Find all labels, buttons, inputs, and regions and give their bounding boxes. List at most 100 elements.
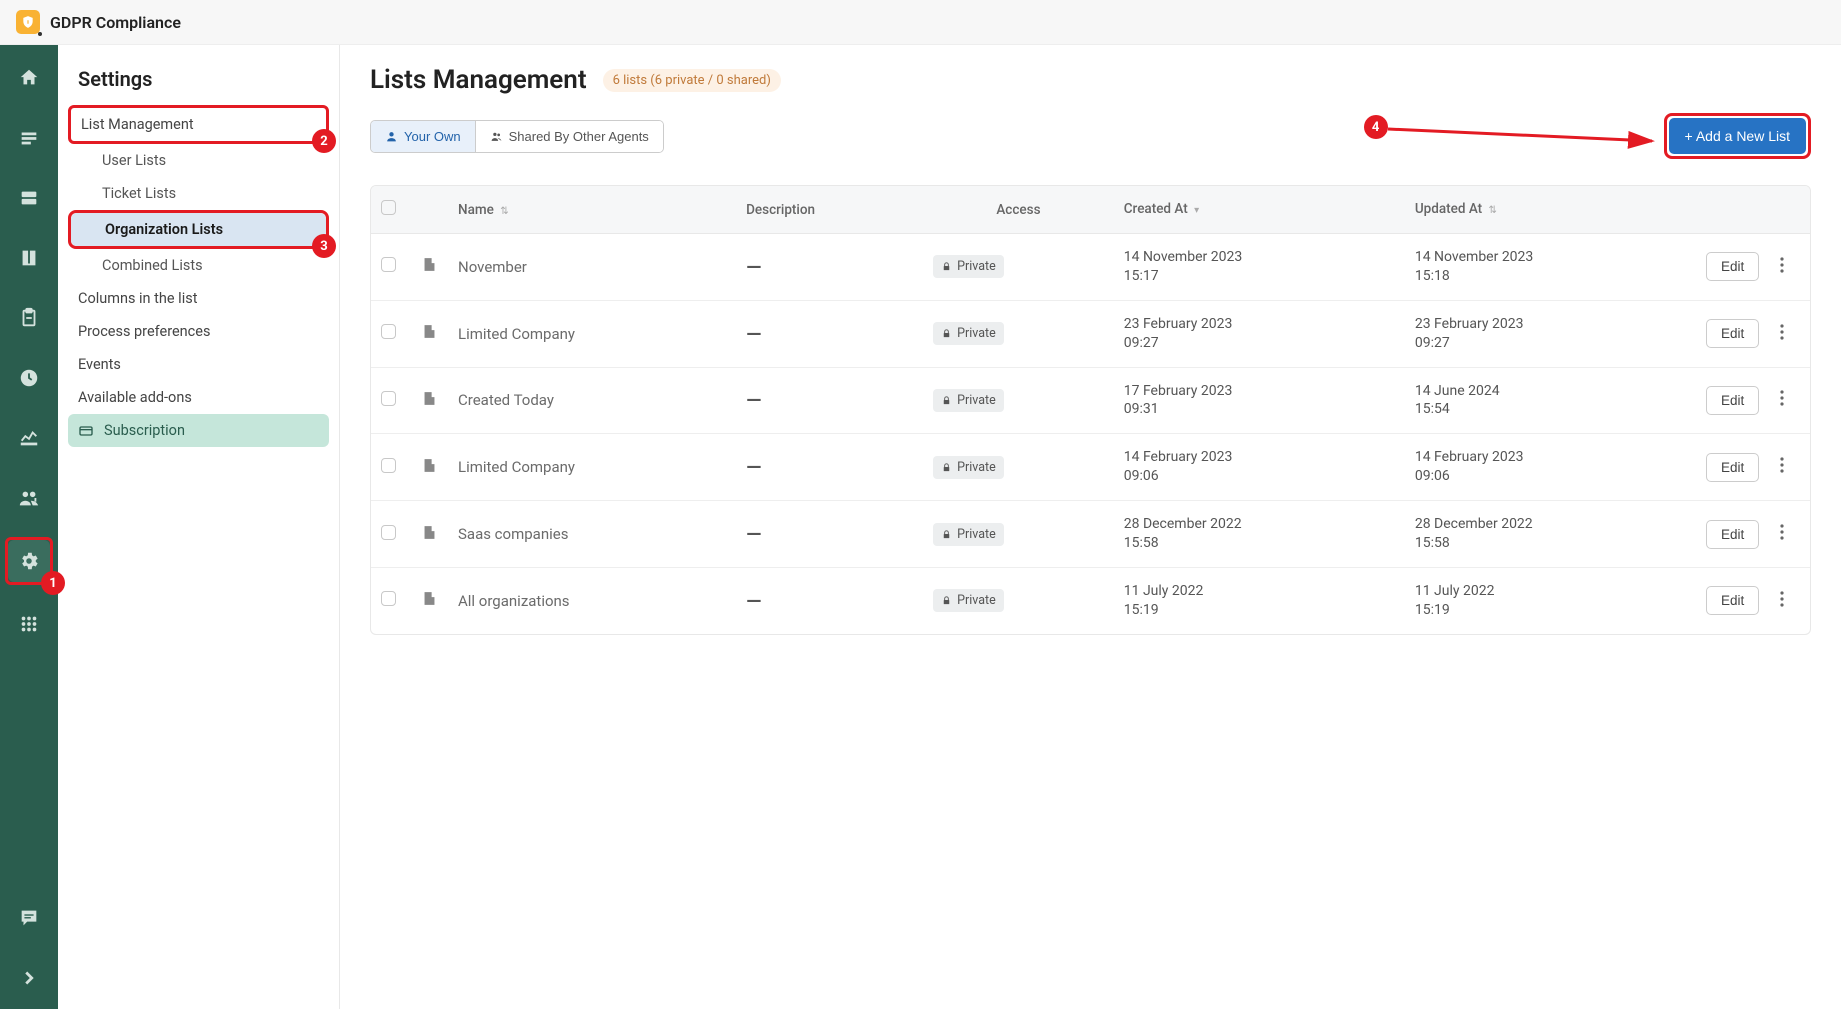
edit-button[interactable]: Edit [1706,453,1759,482]
sidebar-item-events[interactable]: Events [68,348,329,381]
row-description: — [736,500,923,567]
row-name[interactable]: November [448,234,736,300]
add-new-list-button[interactable]: + Add a New List [1669,118,1806,154]
row-created: 14 November 2023 15:17 [1114,234,1405,300]
row-updated: 14 February 2023 09:06 [1405,433,1696,500]
col-created[interactable]: Created At ▾ [1114,186,1405,234]
access-badge: Private [933,389,1004,412]
sidebar-title: Settings [68,63,329,105]
row-updated: 14 November 2023 15:18 [1405,234,1696,300]
sidebar-item-subscription[interactable]: Subscription [68,414,329,447]
edit-button[interactable]: Edit [1706,520,1759,549]
tab-shared-by-others[interactable]: Shared By Other Agents [475,121,663,152]
annotation-arrow [1388,121,1668,151]
edit-button[interactable]: Edit [1706,386,1759,415]
row-description: — [736,234,923,300]
sort-icon: ⇅ [1489,205,1497,216]
nav-comment-icon[interactable] [8,897,50,939]
row-checkbox[interactable] [381,257,396,272]
row-name[interactable]: Saas companies [448,500,736,567]
row-updated: 23 February 2023 09:27 [1405,300,1696,367]
edit-button[interactable]: Edit [1706,319,1759,348]
nav-apps-icon[interactable] [8,603,50,645]
annotation-2: 2 [312,129,336,153]
nav-cards-icon[interactable] [8,177,50,219]
sidebar-item-process-preferences[interactable]: Process preferences [68,315,329,348]
access-badge: Private [933,322,1004,345]
row-updated: 11 July 2022 15:19 [1405,567,1696,634]
nav-home-icon[interactable] [8,57,50,99]
sidebar-item-user-lists[interactable]: User Lists [68,144,329,177]
nav-clipboard-icon[interactable] [8,297,50,339]
col-updated[interactable]: Updated At ⇅ [1405,186,1696,234]
row-checkbox[interactable] [381,324,396,339]
row-name[interactable]: Created Today [448,367,736,434]
row-updated: 28 December 2022 15:58 [1405,500,1696,567]
organization-icon [421,390,438,407]
col-name[interactable]: Name ⇅ [448,186,736,234]
row-name[interactable]: Limited Company [448,433,736,500]
organization-icon [421,524,438,541]
tab-your-own[interactable]: Your Own [371,121,475,152]
row-more-menu[interactable] [1770,567,1810,634]
row-more-menu[interactable] [1770,300,1810,367]
col-description: Description [736,186,923,234]
sidebar-item-ticket-lists[interactable]: Ticket Lists [68,177,329,210]
row-description: — [736,567,923,634]
nav-clock-icon[interactable] [8,357,50,399]
lock-icon [941,261,952,272]
table-row: Saas companies— Private 28 December 2022 … [371,500,1810,567]
person-icon [385,130,398,143]
lock-icon [941,395,952,406]
lock-icon [941,529,952,540]
row-checkbox[interactable] [381,525,396,540]
nav-lists-icon[interactable] [8,117,50,159]
row-checkbox[interactable] [381,391,396,406]
row-created: 11 July 2022 15:19 [1114,567,1405,634]
organization-icon [421,457,438,474]
sidebar-item-list-management[interactable]: List Management [71,108,326,141]
sidebar-item-addons[interactable]: Available add-ons [68,381,329,414]
sort-icon: ⇅ [500,206,508,217]
edit-button[interactable]: Edit [1706,252,1759,281]
row-checkbox[interactable] [381,458,396,473]
people-icon [490,130,503,143]
row-more-menu[interactable] [1770,433,1810,500]
app-logo [16,10,40,34]
access-badge: Private [933,523,1004,546]
row-more-menu[interactable] [1770,500,1810,567]
select-all-checkbox[interactable] [381,200,396,215]
lists-table: Name ⇅ Description Access Created At ▾ U… [370,185,1811,635]
organization-icon [421,590,438,607]
row-more-menu[interactable] [1770,234,1810,300]
sidebar-item-columns[interactable]: Columns in the list [68,282,329,315]
lock-icon [941,595,952,606]
app-title: GDPR Compliance [50,13,181,32]
row-created: 23 February 2023 09:27 [1114,300,1405,367]
settings-sidebar: Settings List Management 2 User Lists Ti… [58,45,340,1009]
nav-book-icon[interactable] [8,237,50,279]
row-updated: 14 June 2024 15:54 [1405,367,1696,434]
sort-desc-icon: ▾ [1194,205,1199,216]
row-name[interactable]: All organizations [448,567,736,634]
edit-button[interactable]: Edit [1706,586,1759,615]
sidebar-item-organization-lists[interactable]: Organization Lists [71,213,326,246]
access-badge: Private [933,255,1004,278]
row-created: 28 December 2022 15:58 [1114,500,1405,567]
row-created: 17 February 2023 09:31 [1114,367,1405,434]
list-count-badge: 6 lists (6 private / 0 shared) [603,69,781,92]
lock-icon [941,328,952,339]
sidebar-item-combined-lists[interactable]: Combined Lists [68,249,329,282]
nav-users-icon[interactable] [8,477,50,519]
row-description: — [736,433,923,500]
nav-chart-icon[interactable] [8,417,50,459]
nav-chevron-right-icon[interactable] [8,957,50,999]
row-more-menu[interactable] [1770,367,1810,434]
annotation-4: 4 [1364,115,1388,139]
col-access: Access [923,186,1114,234]
access-badge: Private [933,456,1004,479]
row-checkbox[interactable] [381,591,396,606]
access-badge: Private [933,589,1004,612]
annotation-3: 3 [312,234,336,258]
row-name[interactable]: Limited Company [448,300,736,367]
